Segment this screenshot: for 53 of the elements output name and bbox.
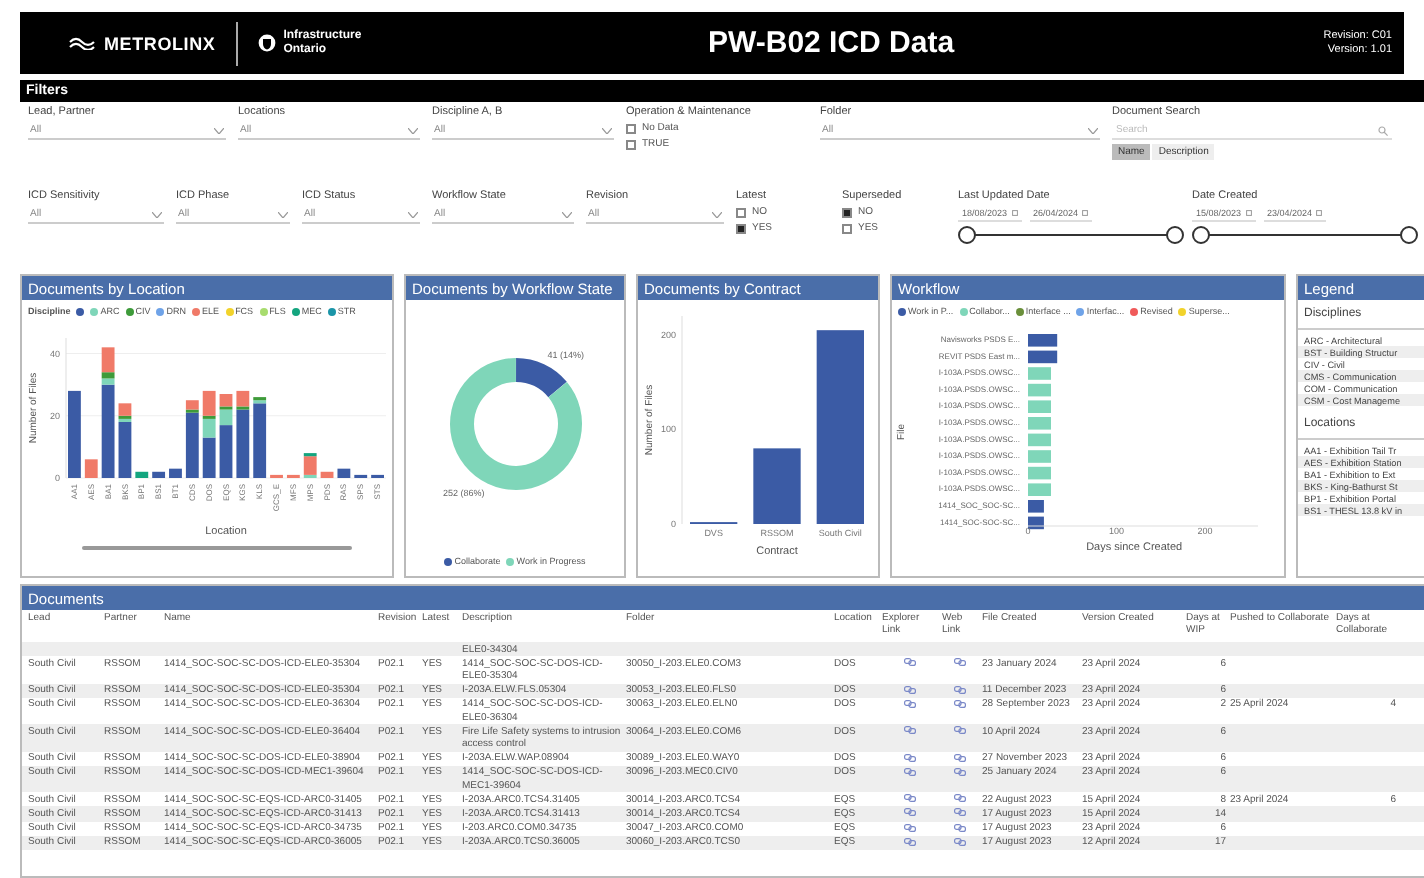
slider-handle[interactable] xyxy=(1165,226,1183,244)
chevron-down-icon xyxy=(602,127,612,133)
chevron-down-icon xyxy=(712,211,722,217)
chevron-down-icon xyxy=(408,211,418,217)
checkbox[interactable] xyxy=(736,223,746,233)
checkbox[interactable] xyxy=(842,223,852,233)
checkbox[interactable] xyxy=(626,123,636,133)
y-axis-line xyxy=(65,337,67,479)
checkbox[interactable] xyxy=(626,139,636,149)
bar xyxy=(1028,466,1051,480)
chevron-down-icon xyxy=(278,211,288,217)
calendar-icon xyxy=(1082,210,1089,216)
bar xyxy=(1028,367,1051,380)
bar xyxy=(1028,417,1051,430)
search-icon xyxy=(1378,125,1388,135)
bar xyxy=(320,471,334,478)
bar xyxy=(1028,483,1051,496)
wave-logo-icon xyxy=(68,36,96,50)
calendar-icon xyxy=(1316,210,1323,216)
calendar-icon xyxy=(1011,210,1018,216)
bar xyxy=(68,390,81,478)
chevron-down-icon xyxy=(408,127,418,133)
scrollbar[interactable] xyxy=(82,546,352,550)
checkbox[interactable] xyxy=(736,207,746,217)
brand-name: METROLINX xyxy=(104,33,216,53)
link-icon[interactable] xyxy=(954,726,966,735)
link-icon[interactable] xyxy=(904,726,916,735)
bar xyxy=(1028,433,1051,447)
page-title: PW-B02 ICD Data xyxy=(708,26,955,60)
bar xyxy=(1028,500,1044,513)
chevron-down-icon xyxy=(562,211,572,217)
slider-handle[interactable] xyxy=(1191,226,1209,244)
bar xyxy=(135,471,149,478)
checkbox[interactable] xyxy=(842,207,852,217)
bar xyxy=(1028,400,1051,413)
chevron-down-icon xyxy=(152,211,162,217)
calendar-icon xyxy=(1245,210,1252,216)
bar xyxy=(1028,450,1051,463)
bar xyxy=(169,468,182,478)
link-icon[interactable] xyxy=(904,658,916,667)
bar xyxy=(1028,334,1058,347)
bar xyxy=(337,468,351,478)
bar xyxy=(84,459,98,478)
bar xyxy=(1028,383,1051,397)
bar xyxy=(753,448,801,524)
slider-handle[interactable] xyxy=(1399,226,1417,244)
shield-logo-icon xyxy=(257,34,276,52)
bar xyxy=(152,471,166,478)
bar xyxy=(1028,350,1058,364)
chevron-down-icon xyxy=(214,127,224,133)
link-icon[interactable] xyxy=(954,658,966,667)
chevron-down-icon xyxy=(1088,127,1098,133)
slider-handle[interactable] xyxy=(957,226,975,244)
